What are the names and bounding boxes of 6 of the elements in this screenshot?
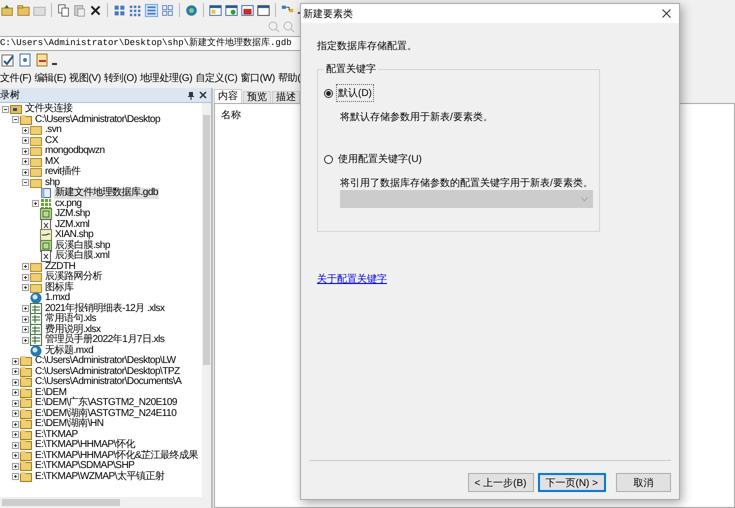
panel-title: 录树 <box>0 88 21 102</box>
dialog-title: 新建要素类 <box>303 8 354 20</box>
group-label: 配置关键字 <box>325 62 377 76</box>
option-description: 将引用了数据库存储参数的配置关键字用于新表/要素类。 <box>340 176 593 190</box>
instruction-text: 指定数据库存储配置。 <box>317 40 418 53</box>
option-description: 将默认存储参数用于新表/要素类。 <box>340 110 494 124</box>
